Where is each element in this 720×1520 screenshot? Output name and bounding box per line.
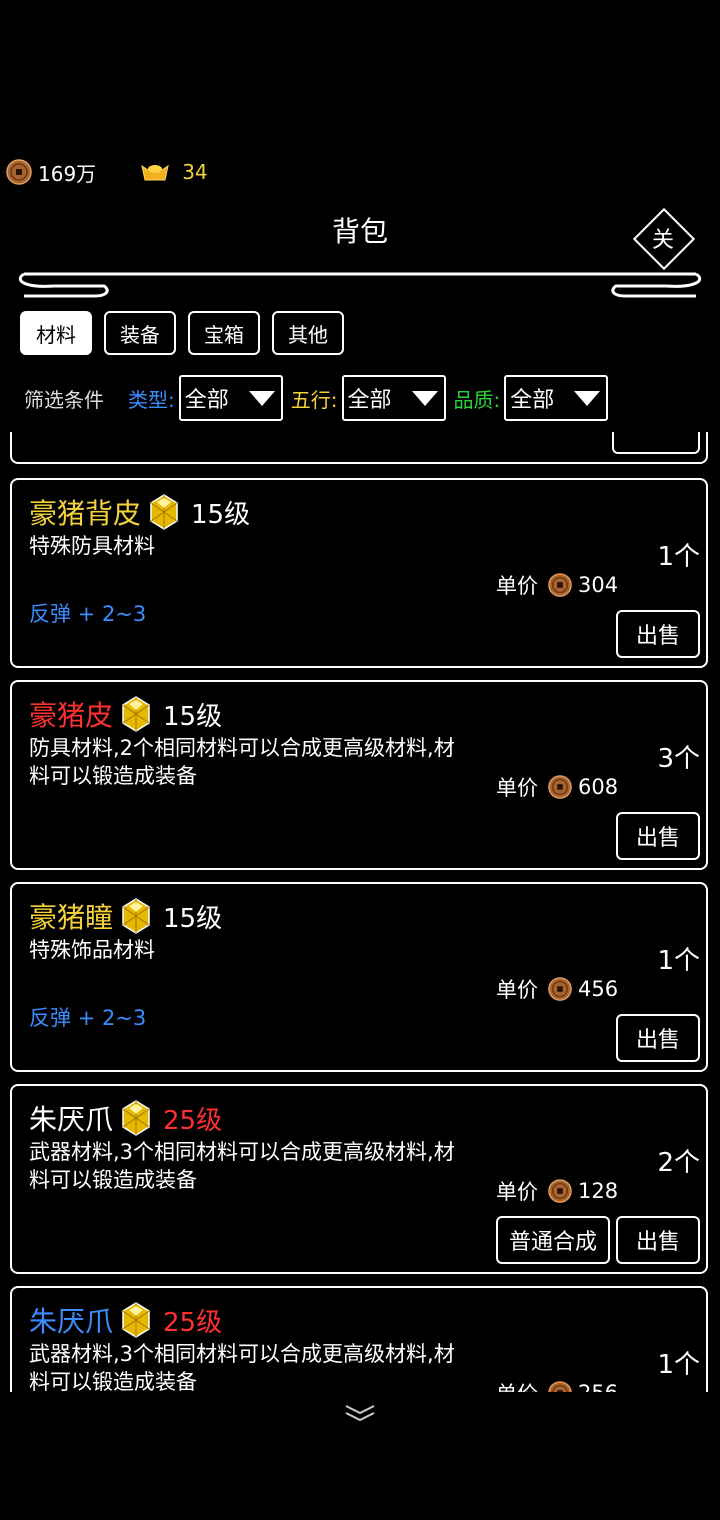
- price-label: 单价: [496, 1180, 538, 1204]
- price-label: 单价: [496, 978, 538, 1002]
- price-label: 单价: [496, 776, 538, 800]
- item-price: 单价 456: [496, 974, 618, 1004]
- list-item: 豪猪皮 15级 防具材料,2个相同材料可以合成更高级材料,材料可以锻造成装备 3…: [10, 680, 708, 870]
- price-value: 304: [578, 573, 619, 597]
- filter-bar: 筛选条件 类型: 全部 五行: 全部 品质: 全部: [24, 374, 704, 422]
- coin-amount: 169万: [38, 161, 97, 186]
- item-level: 15级: [191, 499, 251, 530]
- item-level: 15级: [163, 701, 223, 732]
- item-name-row: 朱厌爪 25级: [29, 1098, 222, 1138]
- tab-chests[interactable]: 宝箱: [188, 311, 260, 355]
- item-name-row: 豪猪瞳 15级: [29, 896, 222, 936]
- gold-gem-icon: [150, 494, 178, 530]
- item-bonus: 反弹 + 2~3: [29, 1006, 147, 1030]
- item-level: 25级: [163, 1105, 223, 1136]
- page-title: 背包: [331, 215, 388, 248]
- price-label: 单价: [496, 1378, 538, 1392]
- item-description: 武器材料,3个相同材料可以合成更高级材料,材料可以锻造成装备: [29, 1342, 455, 1392]
- list-item-partial: [10, 432, 708, 464]
- price-value: 128: [578, 1179, 619, 1203]
- double-chevron-down-icon[interactable]: [342, 1402, 378, 1424]
- item-count: 1个: [657, 542, 700, 572]
- filter-label: 筛选条件: [24, 387, 104, 412]
- gold-gem-icon: [122, 898, 150, 934]
- filter-element-select[interactable]: 全部: [341, 375, 446, 421]
- item-count: 1个: [657, 1350, 700, 1380]
- price-value: 456: [578, 977, 619, 1001]
- item-count: 3个: [657, 744, 700, 774]
- list-item: 朱厌爪 25级 武器材料,3个相同材料可以合成更高级材料,材料可以锻造成装备 2…: [10, 1084, 708, 1274]
- item-description: 防具材料,2个相同材料可以合成更高级材料,材料可以锻造成装备: [29, 736, 455, 788]
- item-description: 特殊饰品材料: [29, 938, 155, 962]
- filter-type-label: 类型:: [128, 387, 175, 412]
- copper-coin-icon: [548, 1179, 572, 1203]
- copper-coin-icon: [6, 159, 32, 185]
- copper-coin-icon: [548, 573, 572, 597]
- currency-bar: 169万 34: [6, 154, 252, 190]
- tab-other[interactable]: 其他: [272, 311, 344, 355]
- close-button[interactable]: 关: [632, 207, 696, 271]
- item-name-row: 朱厌爪 25级: [29, 1300, 222, 1340]
- item-bonus: 反弹 + 2~3: [29, 602, 147, 626]
- item-count: 2个: [657, 1148, 700, 1178]
- dropdown-arrow-icon: [248, 390, 275, 406]
- list-item: 豪猪瞳 15级 特殊饰品材料 反弹 + 2~3 1个 单价 456 出售: [10, 882, 708, 1072]
- item-list[interactable]: 豪猪背皮 15级 特殊防具材料 反弹 + 2~3 1个 单价 304 出售 豪猪…: [0, 432, 720, 1392]
- price-value: 608: [578, 775, 619, 799]
- filter-type-value: 全部: [184, 388, 229, 413]
- tab-materials[interactable]: 材料: [20, 311, 92, 355]
- dropdown-arrow-icon: [574, 390, 601, 406]
- ornate-divider: [18, 272, 702, 298]
- gold-ingot-icon: [141, 164, 169, 181]
- price-value: 256: [578, 1381, 618, 1392]
- item-price: 单价 304: [496, 570, 618, 600]
- item-price: 单价 608: [496, 772, 618, 802]
- merge-button[interactable]: 普通合成: [496, 1216, 610, 1264]
- sell-button[interactable]: 出售: [616, 1014, 700, 1062]
- item-price: 单价 128: [496, 1176, 618, 1206]
- item-count: 1个: [657, 946, 700, 976]
- sell-button[interactable]: 出售: [616, 1216, 700, 1264]
- category-tabs: 材料 装备 宝箱 其他: [20, 311, 356, 355]
- item-name: 豪猪瞳: [29, 901, 114, 934]
- ingot-amount: 34: [182, 160, 208, 184]
- copper-coin-icon: [548, 1381, 572, 1392]
- item-name-row: 豪猪皮 15级: [29, 694, 222, 734]
- item-level: 15级: [163, 903, 223, 934]
- item-description: 武器材料,3个相同材料可以合成更高级材料,材料可以锻造成装备: [29, 1140, 455, 1192]
- filter-quality-label: 品质:: [453, 387, 501, 412]
- list-item: 朱厌爪 25级 武器材料,3个相同材料可以合成更高级材料,材料可以锻造成装备 1…: [10, 1286, 708, 1392]
- filter-quality-value: 全部: [510, 388, 555, 413]
- coin-balance: 169万: [6, 158, 96, 187]
- ingot-balance: 34: [140, 160, 208, 184]
- sell-button-partial[interactable]: [612, 432, 700, 454]
- filter-element-label: 五行:: [290, 387, 338, 412]
- gold-gem-icon: [122, 1302, 150, 1338]
- list-item: 豪猪背皮 15级 特殊防具材料 反弹 + 2~3 1个 单价 304 出售: [10, 478, 708, 668]
- copper-coin-icon: [548, 977, 572, 1001]
- gold-gem-icon: [122, 1100, 150, 1136]
- filter-quality-select[interactable]: 全部: [504, 375, 609, 421]
- sell-button[interactable]: 出售: [616, 812, 700, 860]
- item-description: 特殊防具材料: [29, 534, 155, 558]
- item-name: 朱厌爪: [29, 1305, 114, 1338]
- copper-coin-icon: [548, 775, 572, 799]
- price-label: 单价: [496, 574, 538, 598]
- dropdown-arrow-icon: [411, 390, 438, 406]
- gold-gem-icon: [122, 696, 150, 732]
- filter-element-value: 全部: [347, 388, 392, 413]
- filter-type-select[interactable]: 全部: [178, 375, 283, 421]
- tab-equipment[interactable]: 装备: [104, 311, 176, 355]
- sell-button[interactable]: 出售: [616, 610, 700, 658]
- item-name-row: 豪猪背皮 15级: [29, 492, 250, 532]
- item-name: 朱厌爪: [29, 1103, 114, 1136]
- close-label: 关: [651, 228, 674, 253]
- item-name: 豪猪皮: [29, 699, 114, 732]
- item-name: 豪猪背皮: [29, 497, 142, 530]
- item-price: 单价 256: [496, 1378, 618, 1392]
- item-level: 25级: [163, 1307, 223, 1338]
